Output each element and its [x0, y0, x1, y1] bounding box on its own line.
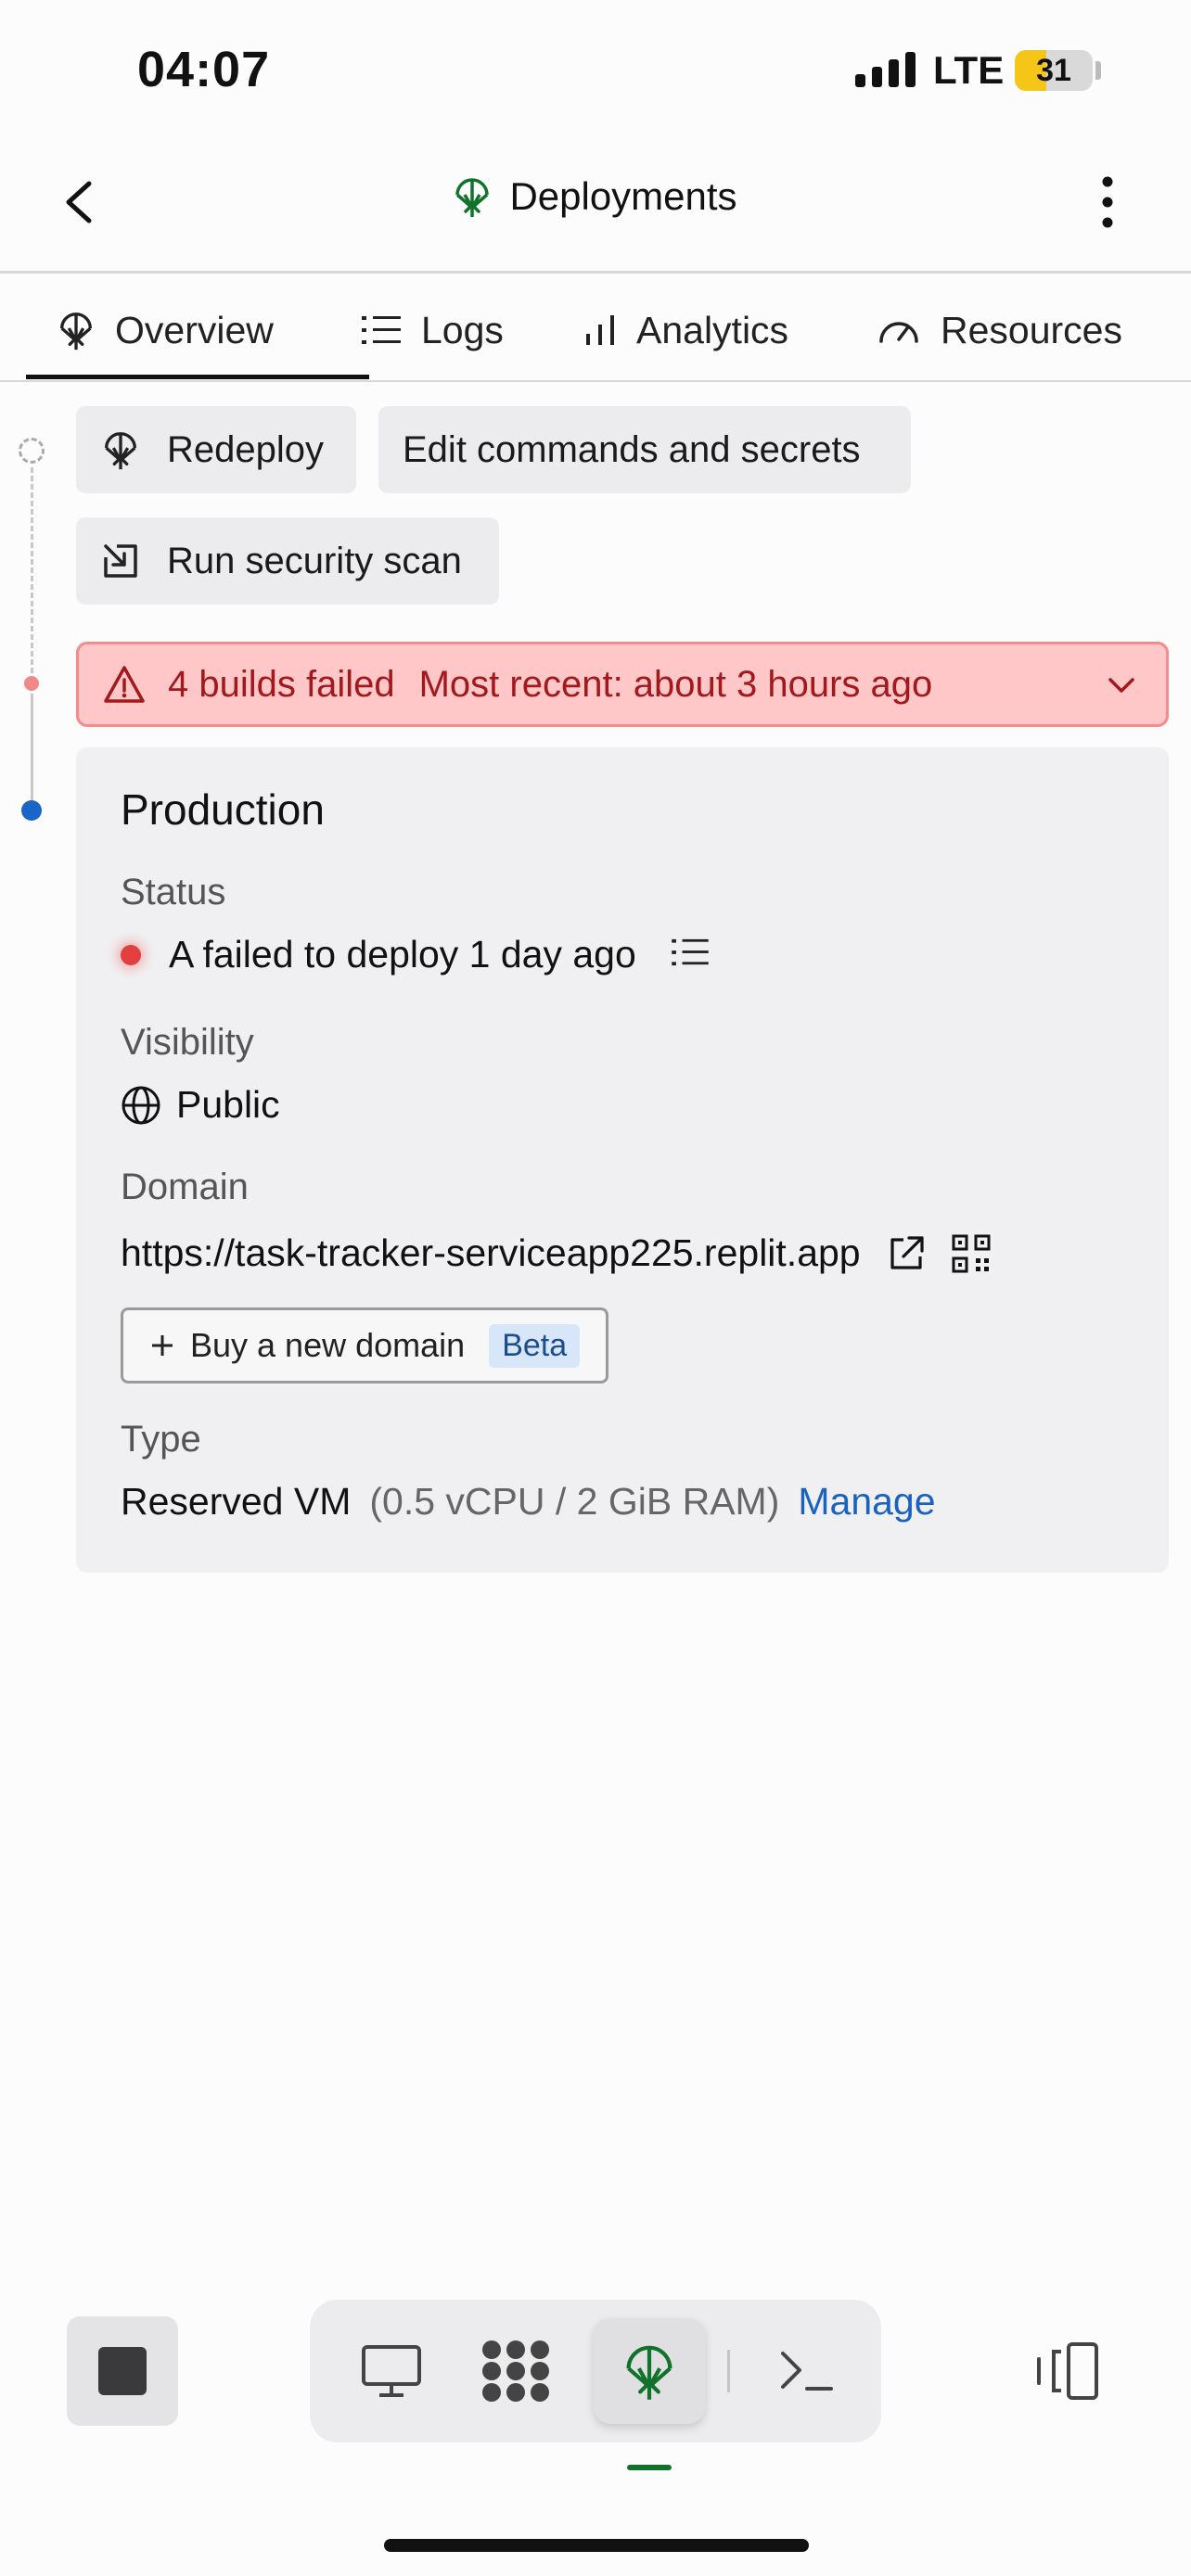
tab-bar: Overview Logs Analytics Resources [0, 278, 1191, 382]
stop-button[interactable] [67, 2316, 178, 2426]
visibility-label: Visibility [121, 1022, 254, 1063]
header-divider [0, 271, 1191, 274]
shell-icon [781, 2352, 833, 2391]
signal-icon [855, 46, 916, 87]
domain-link[interactable]: https://task-tracker-serviceapp225.repli… [121, 1231, 861, 1275]
tab-overview-label: Overview [115, 308, 274, 351]
deployments-icon [455, 178, 490, 217]
builds-failed-alert[interactable]: 4 builds failed Most recent: about 3 hou… [76, 642, 1169, 727]
deployments-icon [59, 312, 93, 351]
tool-dock [310, 2300, 881, 2442]
status-time: 04:07 [137, 42, 271, 97]
device-toggle-icon [1037, 2342, 1098, 2400]
deployments-dock-button[interactable] [594, 2318, 705, 2424]
timeline-current-node [21, 800, 42, 821]
buy-domain-button[interactable]: Buy a new domain Beta [121, 1307, 608, 1384]
tab-resources[interactable]: Resources [877, 278, 1122, 382]
deployments-icon [626, 2345, 672, 2400]
manage-link[interactable]: Manage [798, 1480, 935, 1524]
security-scan-button[interactable]: Run security scan [76, 517, 499, 605]
beta-badge: Beta [489, 1323, 581, 1368]
dock-separator [727, 2350, 730, 2392]
timeline-pending-node [19, 438, 45, 464]
status-row: A failed to deploy 1 day ago [121, 933, 709, 976]
battery-nub [1095, 61, 1101, 80]
stop-icon [98, 2347, 147, 2395]
arrow-box-icon [104, 544, 137, 578]
device-toggle-button[interactable] [1033, 2340, 1100, 2402]
chevron-down-icon [1108, 678, 1134, 693]
home-indicator [384, 2539, 809, 2552]
security-scan-label: Run security scan [167, 540, 462, 581]
plus-icon [152, 1335, 173, 1356]
type-spec: (0.5 vCPU / 2 GiB RAM) [369, 1480, 780, 1523]
status-label: Status [121, 872, 226, 912]
more-vertical-icon [1102, 176, 1113, 228]
active-tab-indicator [26, 375, 369, 379]
workspace-icon [482, 2340, 549, 2402]
type-row: Reserved VM (0.5 vCPU / 2 GiB RAM) Manag… [121, 1480, 936, 1524]
type-label: Type [121, 1419, 201, 1460]
edit-commands-button[interactable]: Edit commands and secrets [378, 406, 911, 493]
domain-label: Domain [121, 1167, 249, 1207]
preview-icon [362, 2345, 421, 2397]
bar-chart-icon [586, 315, 614, 345]
tab-analytics[interactable]: Analytics [584, 278, 788, 382]
production-title: Production [121, 785, 325, 834]
timeline-line [31, 694, 33, 803]
active-dock-indicator [627, 2465, 672, 2470]
warning-icon [104, 666, 145, 703]
qr-code-icon[interactable] [952, 1234, 991, 1273]
deployments-icon [104, 432, 137, 470]
buy-domain-label: Buy a new domain [190, 1326, 466, 1364]
alert-title: 4 builds failed [168, 663, 395, 705]
list-icon [672, 938, 709, 966]
network-label: LTE [933, 48, 1005, 92]
more-options-button[interactable] [1095, 174, 1121, 230]
workspace-button[interactable] [460, 2318, 571, 2424]
redeploy-button[interactable]: Redeploy [76, 406, 356, 493]
header-title-group: Deployments [0, 174, 1191, 219]
battery-level: 31 [1036, 53, 1071, 88]
list-icon [362, 316, 401, 344]
shell-button[interactable] [751, 2318, 863, 2424]
visibility-value: Public [176, 1083, 280, 1126]
gauge-icon [879, 322, 918, 343]
tab-overview[interactable]: Overview [58, 278, 274, 382]
production-card [76, 747, 1169, 1573]
tab-analytics-label: Analytics [636, 308, 789, 351]
tab-logs-label: Logs [421, 308, 504, 351]
edit-commands-label: Edit commands and secrets [403, 428, 861, 470]
tabs-divider [0, 380, 1191, 382]
tab-resources-label: Resources [941, 308, 1122, 351]
redeploy-label: Redeploy [167, 428, 325, 470]
status-failed-dot [121, 944, 141, 965]
visibility-row: Public [121, 1083, 280, 1127]
type-value: Reserved VM [121, 1480, 352, 1523]
timeline-failed-node [24, 676, 39, 691]
domain-row: https://task-tracker-serviceapp225.repli… [121, 1231, 991, 1275]
battery-icon: 31 [1015, 50, 1093, 91]
page-title: Deployments [509, 174, 737, 218]
view-logs-button[interactable] [672, 933, 709, 976]
preview-button[interactable] [336, 2318, 447, 2424]
alert-subtitle: Most recent: about 3 hours ago [418, 663, 933, 705]
tab-logs[interactable]: Logs [362, 278, 504, 382]
timeline-dashed-line [31, 467, 33, 673]
globe-icon [122, 1086, 160, 1124]
external-link-icon[interactable] [887, 1234, 926, 1273]
status-value: A failed to deploy 1 day ago [169, 933, 636, 976]
